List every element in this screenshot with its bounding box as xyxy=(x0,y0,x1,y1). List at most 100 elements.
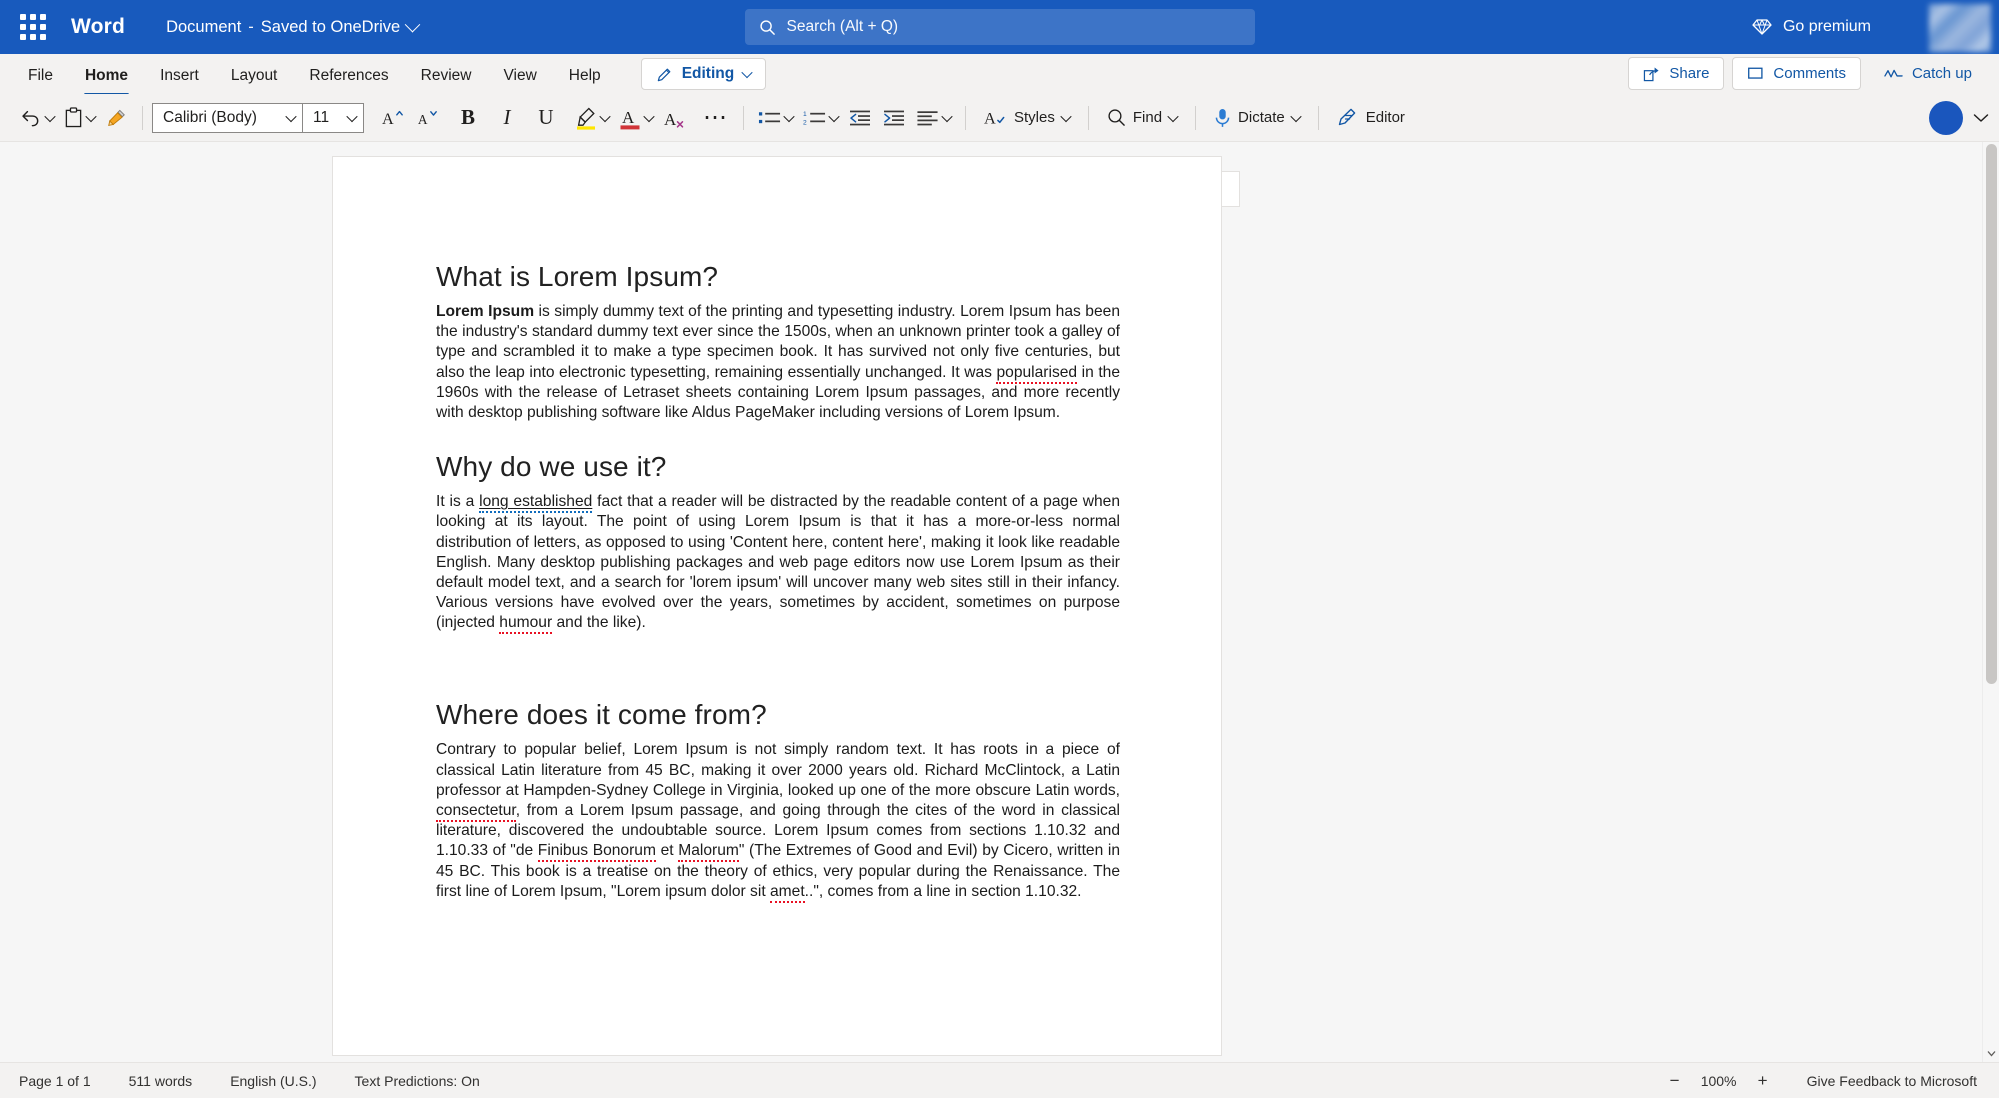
undo-button[interactable] xyxy=(14,101,59,135)
document-body[interactable]: What is Lorem Ipsum? Lorem Ipsum is simp… xyxy=(333,157,1221,942)
activity-icon xyxy=(1884,67,1903,81)
status-text-predictions[interactable]: Text Predictions: On xyxy=(350,1069,485,1093)
styles-icon: A xyxy=(984,108,1007,128)
chevron-down-icon xyxy=(1167,110,1178,121)
catch-up-button[interactable]: Catch up xyxy=(1869,57,1987,90)
status-right-cluster: − 100% + Give Feedback to Microsoft xyxy=(1662,1068,1985,1094)
zoom-out-button[interactable]: − xyxy=(1662,1068,1688,1094)
editing-label: Editing xyxy=(682,65,735,83)
status-word-count[interactable]: 511 words xyxy=(124,1069,198,1093)
share-button[interactable]: Share xyxy=(1628,57,1724,90)
highlighter-icon xyxy=(575,106,597,130)
chevron-down-icon xyxy=(599,110,610,121)
tab-references[interactable]: References xyxy=(295,58,402,90)
bulleted-list-icon xyxy=(758,109,781,127)
collapse-ribbon-chevron-icon[interactable] xyxy=(1973,113,1989,123)
tab-review[interactable]: Review xyxy=(407,58,486,90)
tab-help[interactable]: Help xyxy=(555,58,615,90)
shrink-font-button[interactable]: A xyxy=(410,101,444,135)
alignment-button[interactable] xyxy=(911,101,956,135)
bold-label: B xyxy=(461,105,475,130)
diamond-icon xyxy=(1752,17,1772,37)
presence-avatar[interactable] xyxy=(1929,101,1963,135)
increase-indent-button[interactable] xyxy=(877,101,911,135)
grow-font-button[interactable]: A xyxy=(376,101,410,135)
scrollbar-thumb[interactable] xyxy=(1986,144,1997,684)
chevron-down-icon xyxy=(1060,110,1071,121)
heading-where-does-it-come-from: Where does it come from? xyxy=(436,699,1120,731)
chevron-down-icon xyxy=(1290,110,1301,121)
bullets-button[interactable] xyxy=(753,101,798,135)
comment-icon xyxy=(1747,66,1764,82)
chevron-down-icon xyxy=(85,110,96,121)
body-text-c: et xyxy=(656,842,678,859)
title-bar: Word Document - Saved to OneDrive Search… xyxy=(0,0,1999,54)
styles-button[interactable]: A Styles xyxy=(975,101,1079,135)
scroll-down-arrow-icon[interactable] xyxy=(1983,1045,1999,1062)
font-group: Calibri (Body) 11 A A B I U xyxy=(152,101,734,135)
search-icon xyxy=(759,19,776,36)
text-highlight-button[interactable] xyxy=(570,101,614,135)
tab-view[interactable]: View xyxy=(489,58,550,90)
chevron-down-icon xyxy=(941,110,952,121)
chevron-down-icon xyxy=(643,110,654,121)
hyperlinked-phrase[interactable]: long established xyxy=(479,493,592,513)
tab-file[interactable]: File xyxy=(14,58,67,90)
vertical-scrollbar[interactable] xyxy=(1982,142,1999,1062)
font-size-select[interactable]: 11 xyxy=(302,103,364,133)
status-bar: Page 1 of 1 511 words English (U.S.) Tex… xyxy=(0,1062,1999,1098)
zoom-level-value[interactable]: 100% xyxy=(1695,1073,1743,1089)
heading-why-do-we-use-it: Why do we use it? xyxy=(436,451,1120,483)
underline-button[interactable]: U xyxy=(531,101,561,135)
tab-insert[interactable]: Insert xyxy=(146,58,213,90)
clipboard-group xyxy=(14,101,133,135)
document-title-menu[interactable]: Document - Saved to OneDrive xyxy=(158,13,426,42)
svg-text:A: A xyxy=(382,110,394,128)
more-font-options-button[interactable]: ⋯ xyxy=(698,101,734,135)
user-avatar[interactable] xyxy=(1929,4,1991,52)
body-text-b: fact that a reader will be distracted by… xyxy=(436,493,1120,631)
editor-button[interactable]: Editor xyxy=(1328,101,1414,135)
font-name-select[interactable]: Calibri (Body) xyxy=(152,103,302,133)
bold-button[interactable]: B xyxy=(453,101,483,135)
body-text-c: and the like). xyxy=(552,614,646,631)
dictate-button[interactable]: Dictate xyxy=(1205,101,1309,135)
format-painter-button[interactable] xyxy=(100,101,133,135)
status-page-count[interactable]: Page 1 of 1 xyxy=(14,1069,96,1093)
zoom-in-button[interactable]: + xyxy=(1750,1068,1776,1094)
editor-pen-icon xyxy=(1337,107,1359,128)
clear-formatting-icon: A xyxy=(663,107,687,129)
chevron-down-icon xyxy=(405,16,421,32)
go-premium-button[interactable]: Go premium xyxy=(1742,10,1881,44)
tab-home[interactable]: Home xyxy=(71,58,142,90)
document-page[interactable]: What is Lorem Ipsum? Lorem Ipsum is simp… xyxy=(332,156,1222,1056)
tab-layout[interactable]: Layout xyxy=(217,58,292,90)
find-button[interactable]: Find xyxy=(1098,101,1186,135)
search-placeholder: Search (Alt + Q) xyxy=(787,18,899,36)
font-color-button[interactable]: A xyxy=(614,101,658,135)
app-launcher-waffle-icon[interactable] xyxy=(9,3,57,51)
clear-formatting-button[interactable]: A xyxy=(658,101,692,135)
search-input[interactable]: Search (Alt + Q) xyxy=(745,9,1255,45)
misspelled-word: popularised xyxy=(996,364,1077,384)
document-canvas[interactable]: What is Lorem Ipsum? Lorem Ipsum is simp… xyxy=(0,142,1999,1062)
numbered-list-icon: 1 2 xyxy=(803,109,826,127)
increase-indent-icon xyxy=(882,109,906,127)
paragraph-why-do-we-use-it: It is a long established fact that a rea… xyxy=(436,492,1120,633)
status-language[interactable]: English (U.S.) xyxy=(225,1069,321,1093)
italic-button[interactable]: I xyxy=(492,101,522,135)
decrease-indent-button[interactable] xyxy=(843,101,877,135)
font-name-value: Calibri (Body) xyxy=(163,109,257,127)
go-premium-label: Go premium xyxy=(1783,18,1871,36)
italic-label: I xyxy=(504,105,511,130)
svg-text:A: A xyxy=(622,108,635,127)
numbering-button[interactable]: 1 2 xyxy=(798,101,843,135)
editing-mode-button[interactable]: Editing xyxy=(641,58,767,90)
comments-button[interactable]: Comments xyxy=(1732,57,1861,90)
give-feedback-button[interactable]: Give Feedback to Microsoft xyxy=(1799,1069,1985,1093)
microphone-icon xyxy=(1214,107,1231,129)
toolbar-right-cluster xyxy=(1919,101,1989,135)
paste-button[interactable] xyxy=(59,101,100,135)
app-name-word[interactable]: Word xyxy=(71,15,125,39)
misspelled-word-2: Finibus Bonorum xyxy=(538,842,656,862)
